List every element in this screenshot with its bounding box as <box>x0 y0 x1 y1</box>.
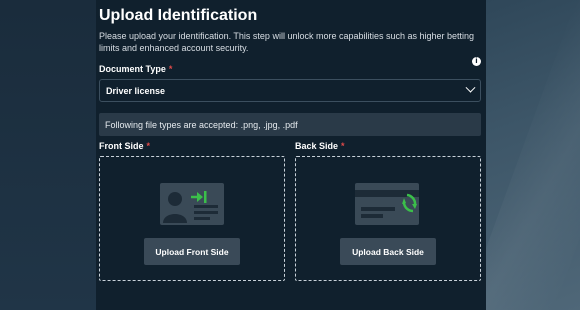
required-marker: * <box>341 141 345 151</box>
info-icon[interactable]: i <box>472 57 481 66</box>
upload-identification-modal: Upload Identification Please upload your… <box>96 0 486 310</box>
back-side-dropzone[interactable]: Upload Back Side <box>295 156 481 281</box>
document-type-label: Document Type * <box>99 63 481 75</box>
id-card-front-icon <box>160 183 224 225</box>
required-marker: * <box>146 141 151 151</box>
back-side-section: Back Side * Upload Back Side <box>295 140 481 281</box>
modal-description: Please upload your identification. This … <box>99 31 475 53</box>
upload-sides: Front Side * Upload Front Side Back Side… <box>99 140 481 290</box>
modal-title: Upload Identification <box>99 7 258 24</box>
accepted-file-types-notice: Following file types are accepted: .png,… <box>99 113 481 136</box>
document-type-label-text: Document Type <box>99 64 166 74</box>
upload-back-side-button[interactable]: Upload Back Side <box>340 238 436 265</box>
back-side-label-text: Back Side <box>295 141 339 151</box>
chevron-down-icon <box>465 82 476 93</box>
front-side-label-text: Front Side <box>99 141 144 151</box>
document-type-selected: Driver license <box>106 85 166 96</box>
required-marker: * <box>168 64 173 74</box>
front-side-label: Front Side * <box>99 140 285 152</box>
back-side-label: Back Side * <box>295 140 481 152</box>
upload-front-side-button[interactable]: Upload Front Side <box>144 238 240 265</box>
front-side-dropzone[interactable]: Upload Front Side <box>99 156 285 281</box>
accepted-file-types-text: Following file types are accepted: .png,… <box>105 119 298 130</box>
id-card-back-icon <box>355 183 419 225</box>
front-side-section: Front Side * Upload Front Side <box>99 140 285 281</box>
document-type-select[interactable]: Driver license <box>99 79 481 102</box>
backdrop-left <box>0 0 96 310</box>
